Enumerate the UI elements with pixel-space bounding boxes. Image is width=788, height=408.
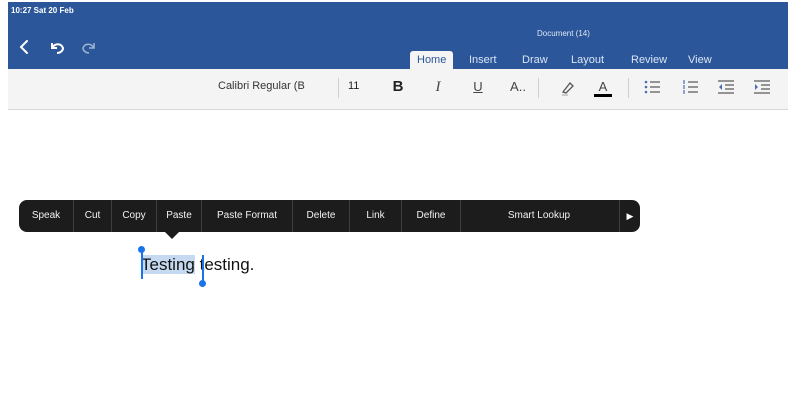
tab-insert[interactable]: Insert [469,51,497,69]
menu-speak[interactable]: Speak [19,200,73,232]
status-time: 10:27 Sat 20 Feb [11,6,74,15]
menu-copy[interactable]: Copy [112,200,156,232]
context-menu: Speak Cut Copy Paste Paste Format Delete… [19,200,640,232]
home-ribbon: Calibri Regular (B 11 B I U A.. A [8,69,788,110]
title-bar: 10:27 Sat 20 Feb Document (14) Home Inse… [8,2,788,69]
numbering-button[interactable] [678,75,702,99]
tab-home[interactable]: Home [410,51,454,69]
menu-paste[interactable]: Paste [157,200,201,232]
bulleted-list-icon [644,80,660,94]
document-paragraph[interactable]: Testing testing. [141,255,254,275]
font-color-button[interactable]: A [591,75,615,99]
ribbon-divider [538,78,539,98]
highlighter-icon [561,82,574,96]
underline-button[interactable]: U [468,75,488,99]
redo-button[interactable] [78,37,100,57]
font-effects-button[interactable]: A.. [505,75,531,99]
word-window: 10:27 Sat 20 Feb Document (14) Home Inse… [8,2,788,408]
selection-end-bar [202,255,204,281]
font-name-dropdown[interactable]: Calibri Regular (B [218,80,338,92]
ribbon-divider [338,78,339,98]
decrease-indent-button[interactable] [714,75,738,99]
menu-smart-lookup[interactable]: Smart Lookup [461,200,617,232]
numbered-list-icon [683,80,698,94]
document-title: Document (14) [537,29,590,38]
font-color-swatch [594,94,612,97]
decrease-indent-icon [718,80,734,94]
menu-delete[interactable]: Delete [293,200,349,232]
menu-cut[interactable]: Cut [74,200,111,232]
tab-draw[interactable]: Draw [522,51,548,69]
font-size-field[interactable]: 11 [348,80,359,92]
increase-indent-icon [754,80,770,94]
menu-link[interactable]: Link [350,200,401,232]
back-button[interactable] [14,37,36,57]
undo-icon [51,43,65,54]
ribbon-divider [628,78,629,98]
play-right-icon: ▶ [626,211,634,221]
tab-layout[interactable]: Layout [571,51,604,69]
redo-icon [82,43,95,54]
document-canvas[interactable] [8,110,788,408]
italic-button[interactable]: I [428,75,448,99]
tab-view[interactable]: View [688,51,712,69]
highlight-button[interactable] [556,75,580,99]
context-menu-pointer [165,232,179,239]
chevron-left-icon [19,40,28,54]
menu-more-button[interactable]: ▶ [620,200,640,232]
selection-start-bar [141,251,143,279]
menu-define[interactable]: Define [402,200,460,232]
menu-paste-format[interactable]: Paste Format [202,200,292,232]
font-color-letter: A [598,79,608,94]
bullets-button[interactable] [640,75,664,99]
selection-end-handle[interactable] [199,280,206,287]
undo-button[interactable] [46,37,68,57]
increase-indent-button[interactable] [750,75,774,99]
tab-review[interactable]: Review [631,51,667,69]
selected-text[interactable]: Testing [141,255,195,274]
bold-button[interactable]: B [388,75,408,99]
